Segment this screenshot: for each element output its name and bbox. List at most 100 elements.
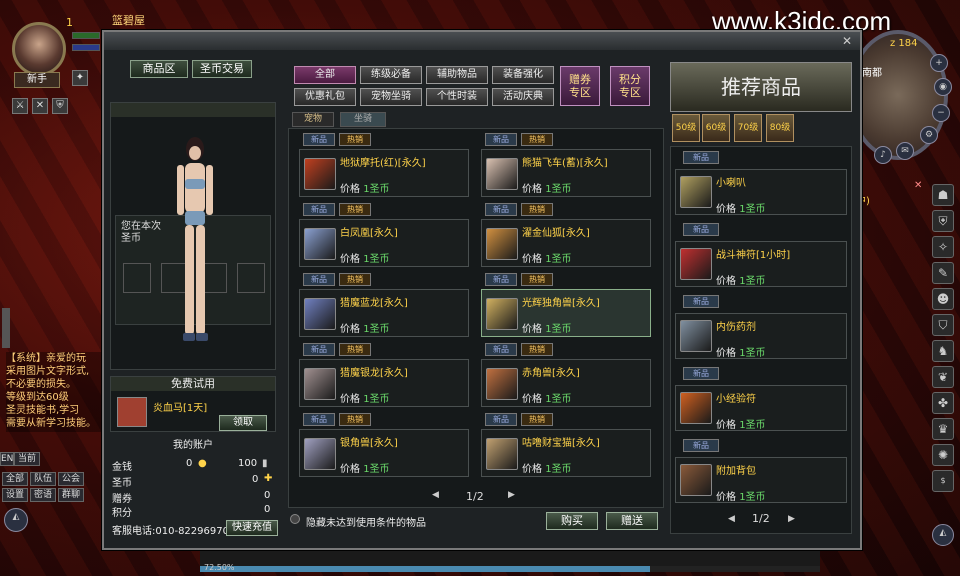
chat-tab-all[interactable]: 全部	[2, 472, 28, 486]
item-name: 白凤凰[永久]	[340, 228, 398, 239]
guild-icon[interactable]: ⛉	[932, 314, 954, 336]
close-icon[interactable]: ✕	[840, 34, 854, 48]
category-auxiliary[interactable]: 辅助物品	[426, 66, 488, 84]
recommend-card[interactable]: 小喇叭 价格 1圣币	[675, 169, 847, 215]
rec-next-page-icon[interactable]: ▶	[788, 514, 795, 524]
category-fashion[interactable]: 个性时装	[426, 88, 488, 106]
hide-unusable-checkbox[interactable]	[290, 514, 300, 524]
item-icon	[304, 298, 336, 330]
sword-icon[interactable]: ⚔	[12, 98, 28, 114]
next-page-icon[interactable]: ▶	[508, 490, 515, 500]
money-value-2: 100	[238, 458, 258, 469]
quest-icon[interactable]: ✎	[932, 262, 954, 284]
item-card[interactable]: 白凤凰[永久] 价格 1圣币	[299, 219, 469, 267]
item-card[interactable]: 濯金仙狐[永久] 价格 1圣币	[481, 219, 651, 267]
pet-icon[interactable]: ❦	[932, 366, 954, 388]
recommend-name: 内伤药剂	[716, 322, 756, 333]
shop-icon[interactable]: $	[932, 470, 954, 492]
rec-prev-page-icon[interactable]: ◀	[728, 514, 735, 524]
voucher-zone-button[interactable]: 赠券 专区	[560, 66, 600, 106]
item-card[interactable]: 熊猫飞车(蓄)[永久] 价格 1圣币	[481, 149, 651, 197]
chat-lang[interactable]: EN	[0, 452, 14, 466]
trial-item-icon[interactable]	[117, 397, 147, 427]
price-label: 价格	[716, 276, 736, 287]
points-zone-label: 积分	[619, 73, 641, 86]
wings-icon[interactable]: ✤	[932, 392, 954, 414]
item-card[interactable]: 猎魔银龙[永久] 价格 1圣币	[299, 359, 469, 407]
category-leveling[interactable]: 练级必备	[360, 66, 422, 84]
mall-button[interactable]: 商品区	[130, 60, 188, 78]
level-filter-60[interactable]: 60级	[702, 114, 730, 142]
chat-tab-whisper[interactable]: 密语	[30, 488, 56, 502]
recommend-card[interactable]: 内伤药剂 价格 1圣币	[675, 313, 847, 359]
zoom-out-icon[interactable]: −	[932, 104, 950, 122]
buff-icon[interactable]: ✦	[72, 70, 88, 86]
chat-channel[interactable]: 当前	[14, 452, 40, 466]
compass-icon[interactable]: ◭	[932, 524, 954, 546]
trade-button[interactable]: 圣币交易	[192, 60, 252, 78]
new-tag: 新品	[303, 413, 335, 426]
character-icon[interactable]: ☗	[932, 184, 954, 206]
buy-button[interactable]: 购买	[546, 512, 598, 530]
recharge-button[interactable]: 快速充值	[226, 520, 278, 536]
new-tag: 新品	[303, 133, 335, 146]
cross-icon[interactable]: ✕	[32, 98, 48, 114]
shop-titlebar[interactable]	[104, 32, 860, 50]
category-all[interactable]: 全部	[294, 66, 356, 84]
price-label: 价格	[522, 324, 542, 335]
item-name: 光辉独角兽[永久]	[522, 298, 600, 309]
hot-tag: 热销	[339, 133, 371, 146]
category-pet-mount[interactable]: 宠物坐骑	[360, 88, 422, 106]
achievement-icon[interactable]: ✺	[932, 444, 954, 466]
subtab-pet[interactable]: 宠物	[292, 112, 334, 127]
preview-slot[interactable]	[123, 263, 151, 293]
character-model[interactable]	[163, 135, 227, 349]
recommend-card[interactable]: 附加背包 价格 1圣币	[675, 457, 847, 503]
compass-left-icon[interactable]: ◭	[4, 508, 28, 532]
item-card[interactable]: 银角兽[永久] 价格 1圣币	[299, 429, 469, 477]
shield-icon[interactable]: ⛨	[52, 98, 68, 114]
category-event[interactable]: 活动庆典	[492, 88, 554, 106]
chat-tab-settings[interactable]: 设置	[2, 488, 28, 502]
close-icon[interactable]: ✕	[914, 180, 922, 191]
chat-scrollbar[interactable]	[2, 308, 10, 348]
chat-tab-group[interactable]: 群聊	[58, 488, 84, 502]
level-filter-80[interactable]: 80级	[766, 114, 794, 142]
sacred-coin-icon: ✚	[264, 473, 273, 484]
world-map-icon[interactable]: ◉	[934, 78, 952, 96]
preview-slot[interactable]	[237, 263, 265, 293]
gift-button[interactable]: 赠送	[606, 512, 658, 530]
friends-icon[interactable]: ♞	[932, 340, 954, 362]
sound-icon[interactable]: ♪	[874, 146, 892, 164]
level-filter-50[interactable]: 50级	[672, 114, 700, 142]
price-currency: 圣币	[551, 394, 572, 405]
team-icon[interactable]: ☻	[932, 288, 954, 310]
prev-page-icon[interactable]: ◀	[432, 490, 439, 500]
claim-button[interactable]: 领取	[219, 415, 267, 431]
price-label: 价格	[522, 394, 542, 405]
recommend-card[interactable]: 小经验符 价格 1圣币	[675, 385, 847, 431]
points-zone-button[interactable]: 积分 专区	[610, 66, 650, 106]
level-filter-70[interactable]: 70级	[734, 114, 762, 142]
subtab-mount[interactable]: 坐骑	[340, 112, 386, 127]
item-card[interactable]: 咕噜财宝猫[永久] 价格 1圣币	[481, 429, 651, 477]
category-gift-pack[interactable]: 优惠礼包	[294, 88, 356, 106]
item-card[interactable]: 赤角兽[永久] 价格 1圣币	[481, 359, 651, 407]
player-avatar[interactable]	[12, 22, 66, 76]
item-card[interactable]: 光辉独角兽[永久] 价格 1圣币	[481, 289, 651, 337]
mail-icon[interactable]: ✉	[896, 142, 914, 160]
skill-icon[interactable]: ✧	[932, 236, 954, 258]
chat-tab-team[interactable]: 队伍	[30, 472, 56, 486]
recommend-name: 战斗神符[1小时]	[716, 250, 791, 261]
zoom-in-icon[interactable]: +	[930, 54, 948, 72]
armor-icon[interactable]: ⛨	[932, 210, 954, 232]
chat-tab-guild[interactable]: 公会	[58, 472, 84, 486]
recommend-card[interactable]: 战斗神符[1小时] 价格 1圣币	[675, 241, 847, 287]
item-card[interactable]: 猎魔蓝龙[永久] 价格 1圣币	[299, 289, 469, 337]
settings-icon[interactable]: ⚙	[920, 126, 938, 144]
category-enhance[interactable]: 装备强化	[492, 66, 554, 84]
item-card[interactable]: 地狱摩托(红)[永久] 价格 1圣币	[299, 149, 469, 197]
item-icon	[486, 228, 518, 260]
trophy-icon[interactable]: ♛	[932, 418, 954, 440]
skill-bar	[200, 548, 820, 566]
